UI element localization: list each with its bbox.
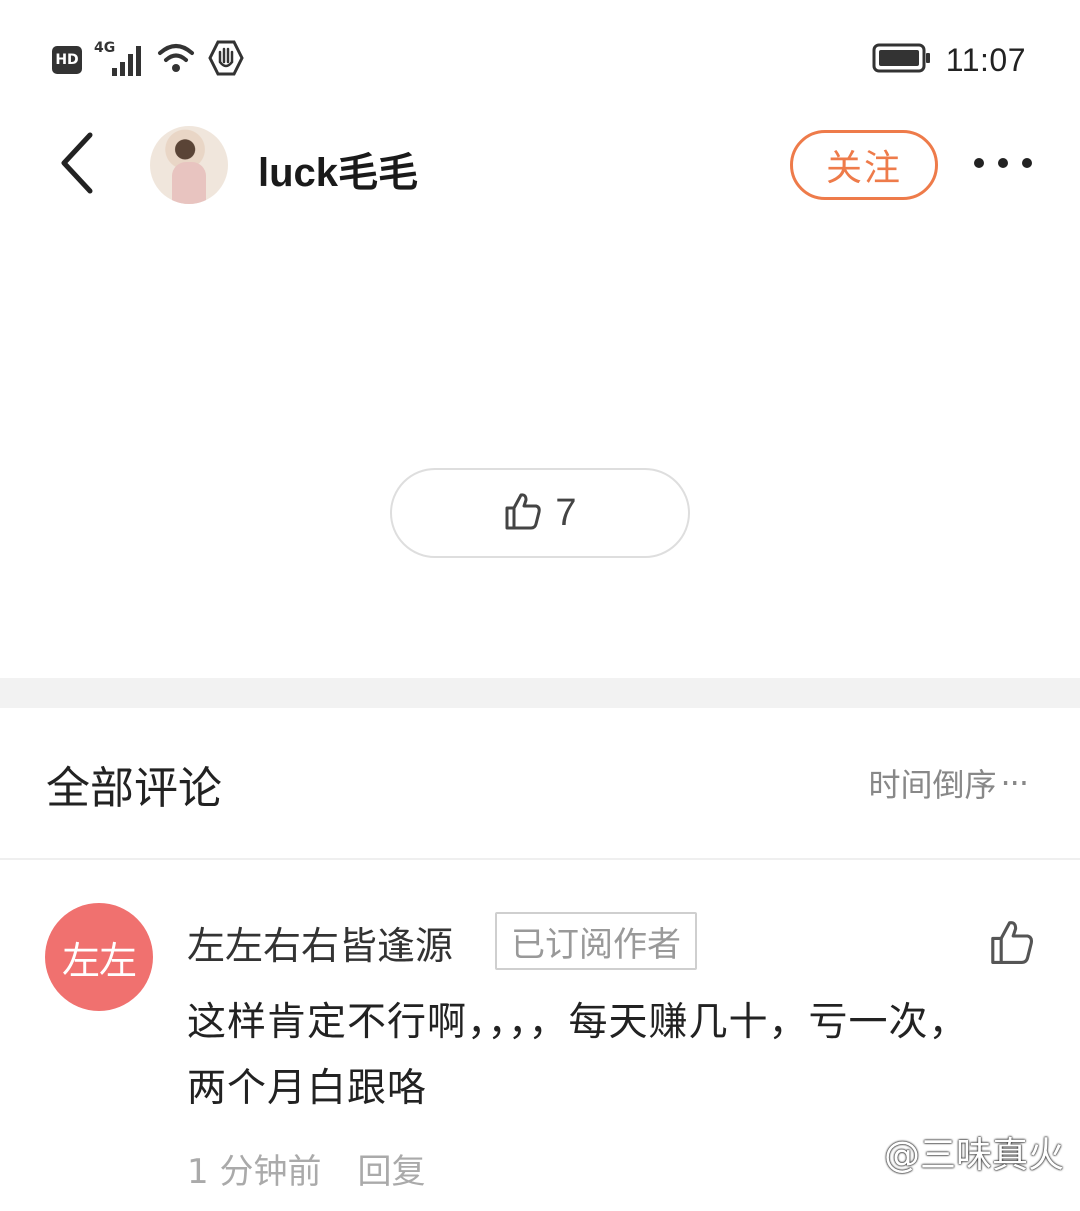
battery-icon	[872, 42, 932, 78]
hd-icon: HD	[52, 46, 82, 74]
ellipsis-icon: ···	[1000, 764, 1028, 802]
sort-label: 时间倒序	[868, 766, 997, 804]
watermark-text: @三味真火	[884, 1135, 1065, 1176]
comment-meta: 1 分钟前 回复	[187, 1144, 425, 1193]
more-button[interactable]	[970, 146, 1036, 180]
clock: 11:07	[945, 41, 1026, 78]
more-icon-dot	[998, 158, 1008, 168]
comment-time: 1 分钟前	[187, 1152, 322, 1192]
like-count: 7	[555, 491, 577, 534]
article-header: luck毛毛 关注	[0, 110, 1080, 220]
sort-button[interactable]: 时间倒序 ···	[868, 760, 1029, 806]
status-icons-right: 11:07	[872, 40, 1026, 80]
thumbs-up-icon	[988, 921, 1036, 970]
thumbs-up-icon	[503, 491, 543, 535]
more-icon	[974, 158, 984, 168]
subscriber-badge: 已订阅作者	[495, 912, 697, 970]
like-button[interactable]: 7	[390, 468, 690, 558]
zhihu-logo-icon	[844, 1130, 880, 1175]
more-icon-dot	[1022, 158, 1032, 168]
article-page: HD 4G 11:07 luck毛毛 关注 7 全部评论 时间倒序 ··· 左左…	[0, 0, 1080, 1211]
hand-icon	[208, 40, 244, 80]
signal-icon: 4G	[94, 40, 144, 80]
comment-text: 这样肯定不行啊，，，，每天赚几十，亏一次，两个月白跟咯	[187, 1000, 969, 1111]
commenter-name[interactable]: 左左右右皆逢源	[187, 915, 453, 970]
wifi-icon	[156, 41, 196, 79]
commenter-avatar[interactable]: 左左	[45, 903, 153, 1011]
reply-button[interactable]: 回复	[357, 1144, 425, 1193]
comments-title: 全部评论	[46, 763, 222, 814]
back-button[interactable]	[48, 132, 108, 198]
comment-like-button[interactable]	[988, 918, 1036, 966]
watermark: @三味真火	[844, 1126, 1064, 1178]
back-icon	[58, 131, 98, 199]
follow-button[interactable]: 关注	[790, 130, 938, 200]
status-icons-left: HD 4G	[52, 40, 244, 80]
status-bar: HD 4G 11:07	[0, 0, 1080, 110]
author-avatar[interactable]	[150, 126, 228, 204]
author-name[interactable]: luck毛毛	[258, 140, 418, 198]
section-divider	[0, 678, 1080, 708]
